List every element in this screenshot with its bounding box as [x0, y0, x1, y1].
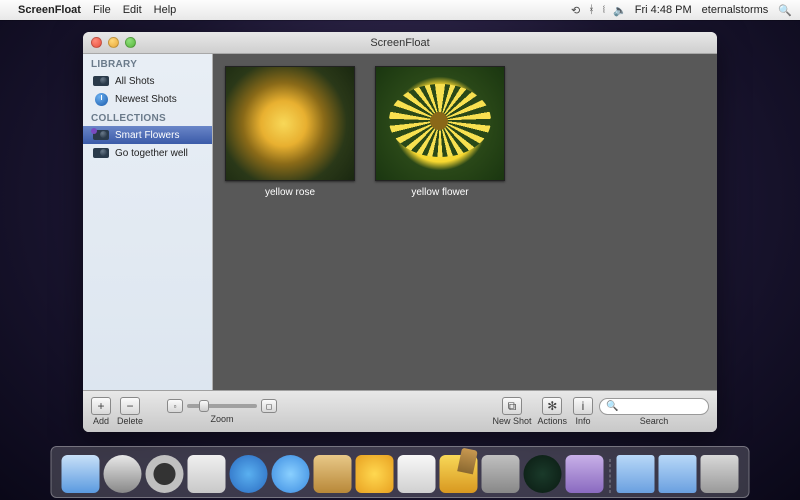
dock — [51, 446, 750, 498]
camera-shot-icon: ⧉ — [502, 397, 522, 415]
timemachine-icon[interactable]: ⟲ — [571, 4, 580, 17]
thumbnail-item[interactable]: yellow flower — [375, 66, 505, 198]
delete-button[interactable]: − Delete — [117, 397, 143, 426]
thumbnail-image — [375, 66, 505, 181]
app-window: ScreenFloat LIBRARY All Shots Newest Sho… — [83, 32, 717, 432]
camera-icon — [93, 74, 109, 88]
minimize-button[interactable] — [108, 37, 119, 48]
search-input[interactable]: 🔍 — [599, 398, 709, 415]
clock-icon — [93, 92, 109, 106]
new-shot-button[interactable]: ⧉ New Shot — [492, 397, 531, 426]
sidebar-item-all-shots[interactable]: All Shots — [83, 72, 212, 90]
toolbar-label: Info — [575, 416, 590, 426]
dock-garageband-icon[interactable] — [440, 455, 478, 493]
minus-icon: − — [120, 397, 140, 415]
smart-camera-icon — [93, 128, 109, 142]
toolbar-label: Actions — [537, 416, 567, 426]
bottom-toolbar: + Add − Delete ▫ ◻ Zoom ⧉ New Shot ✻ Act… — [83, 390, 717, 432]
sidebar-heading-collections: COLLECTIONS — [83, 108, 212, 126]
plus-icon: + — [91, 397, 111, 415]
toolbar-label: Add — [93, 416, 109, 426]
menu-file[interactable]: File — [93, 4, 111, 16]
search-icon: 🔍 — [606, 401, 618, 412]
thumbnail-label: yellow flower — [411, 187, 468, 198]
dock-folder-icon[interactable] — [659, 455, 697, 493]
toolbar-label: New Shot — [492, 416, 531, 426]
window-title: ScreenFloat — [83, 37, 717, 49]
add-button[interactable]: + Add — [91, 397, 111, 426]
dock-addressbook-icon[interactable] — [314, 455, 352, 493]
info-icon: i — [573, 397, 593, 415]
sidebar-item-smart-flowers[interactable]: Smart Flowers — [83, 126, 212, 144]
toolbar-label: Delete — [117, 416, 143, 426]
info-button[interactable]: i Info — [573, 397, 593, 426]
zoom-slider[interactable]: ▫ ◻ Zoom — [167, 399, 277, 424]
dock-trash-icon[interactable] — [701, 455, 739, 493]
sidebar-item-label: Go together well — [115, 148, 188, 159]
dock-folder-icon[interactable] — [617, 455, 655, 493]
dock-safari-icon[interactable] — [230, 455, 268, 493]
menubar-clock[interactable]: Fri 4:48 PM — [635, 4, 692, 16]
app-menu[interactable]: ScreenFloat — [18, 4, 81, 16]
menu-help[interactable]: Help — [154, 4, 177, 16]
dock-imovie-icon[interactable] — [398, 455, 436, 493]
toolbar-label: Zoom — [211, 414, 234, 424]
dock-app-icon[interactable] — [566, 455, 604, 493]
system-menubar: ScreenFloat File Edit Help ⟲ ᚼ ⧙ 🔈 Fri 4… — [0, 0, 800, 20]
wifi-icon[interactable]: ⧙ — [603, 4, 605, 17]
thumbnail-label: yellow rose — [265, 187, 315, 198]
sidebar-item-go-together-well[interactable]: Go together well — [83, 144, 212, 162]
dock-iphoto-icon[interactable] — [356, 455, 394, 493]
dock-ichat-icon[interactable] — [272, 455, 310, 493]
dock-mail-icon[interactable] — [188, 455, 226, 493]
camera-icon — [93, 146, 109, 160]
dock-appstore-icon[interactable] — [104, 455, 142, 493]
sidebar-heading-library: LIBRARY — [83, 54, 212, 72]
thumbnail-item[interactable]: yellow rose — [225, 66, 355, 198]
zoom-in-icon[interactable]: ◻ — [261, 399, 277, 413]
dock-dashboard-icon[interactable] — [146, 455, 184, 493]
close-button[interactable] — [91, 37, 102, 48]
dock-finder-icon[interactable] — [62, 455, 100, 493]
zoom-out-icon[interactable]: ▫ — [167, 399, 183, 413]
menu-edit[interactable]: Edit — [123, 4, 142, 16]
sidebar-item-label: Newest Shots — [115, 94, 177, 105]
bluetooth-icon[interactable]: ᚼ — [588, 4, 595, 16]
actions-button[interactable]: ✻ Actions — [537, 397, 567, 426]
slider-knob[interactable] — [199, 400, 209, 412]
gear-icon: ✻ — [542, 397, 562, 415]
dock-timemachine-icon[interactable] — [524, 455, 562, 493]
volume-icon[interactable]: 🔈 — [613, 4, 627, 17]
thumbnail-image — [225, 66, 355, 181]
thumbnail-grid: yellow rose yellow flower — [213, 54, 717, 390]
menubar-user[interactable]: eternalstorms — [702, 4, 769, 16]
toolbar-label: Search — [640, 416, 669, 426]
dock-separator — [610, 459, 611, 493]
window-titlebar[interactable]: ScreenFloat — [83, 32, 717, 54]
sidebar-item-label: Smart Flowers — [115, 130, 179, 141]
slider-track[interactable] — [187, 404, 257, 408]
zoom-button[interactable] — [125, 37, 136, 48]
sidebar-item-label: All Shots — [115, 76, 154, 87]
sidebar: LIBRARY All Shots Newest Shots COLLECTIO… — [83, 54, 213, 390]
sidebar-item-newest-shots[interactable]: Newest Shots — [83, 90, 212, 108]
spotlight-icon[interactable]: 🔍 — [778, 4, 792, 17]
dock-systemprefs-icon[interactable] — [482, 455, 520, 493]
